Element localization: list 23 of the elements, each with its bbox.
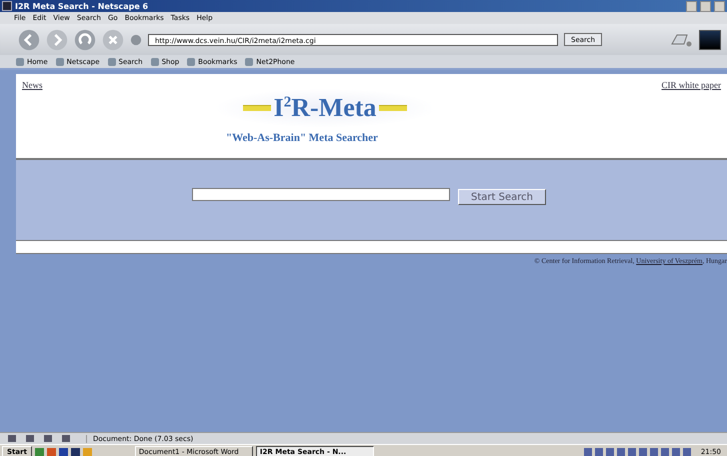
news-link[interactable]: News [22,80,42,90]
start-search-button[interactable]: Start Search [458,189,546,205]
app-icon [2,1,12,11]
logo-icon[interactable] [699,30,721,50]
forward-icon[interactable] [46,28,68,50]
bookmark-icon[interactable] [150,58,159,66]
window-title: I2R Meta Search - Netscape 6 [15,2,148,10]
reload-icon[interactable] [74,28,96,50]
bookmark-icon[interactable] [56,58,64,66]
bookmark-icon[interactable] [187,58,196,66]
tray-icons[interactable] [584,448,694,456]
back-icon[interactable] [18,28,40,50]
minimize-button[interactable] [686,0,697,12]
bookmark-icon[interactable] [108,58,116,66]
bookmark-icon[interactable] [16,58,24,66]
search-field[interactable] [192,188,450,201]
location-icon [130,34,142,46]
stop-icon[interactable] [102,28,124,50]
close-button[interactable] [714,0,725,12]
bookmark-icon[interactable] [245,58,254,66]
tagline: "Web-As-Brain" Meta Searcher [226,132,379,144]
restore-button[interactable] [700,0,711,12]
paper-link[interactable]: CIR white paper [662,80,721,90]
